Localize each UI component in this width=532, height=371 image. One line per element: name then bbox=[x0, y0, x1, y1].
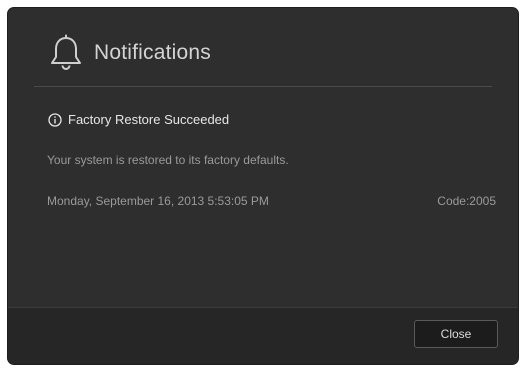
header-divider bbox=[34, 86, 492, 87]
notification-timestamp: Monday, September 16, 2013 5:53:05 PM bbox=[47, 194, 269, 208]
close-button[interactable]: Close bbox=[414, 320, 498, 348]
notification-message: Your system is restored to its factory d… bbox=[47, 153, 289, 167]
notification-title-row: Factory Restore Succeeded bbox=[48, 112, 229, 127]
dialog-title: Notifications bbox=[94, 41, 211, 64]
notifications-dialog: Notifications Factory Restore Succeeded … bbox=[8, 8, 518, 364]
dialog-header: Notifications bbox=[8, 8, 518, 86]
dialog-footer: Close bbox=[8, 307, 518, 364]
bell-icon bbox=[51, 34, 81, 70]
notification-code: Code:2005 bbox=[437, 194, 496, 208]
info-icon bbox=[48, 112, 62, 127]
notification-title: Factory Restore Succeeded bbox=[68, 112, 230, 127]
